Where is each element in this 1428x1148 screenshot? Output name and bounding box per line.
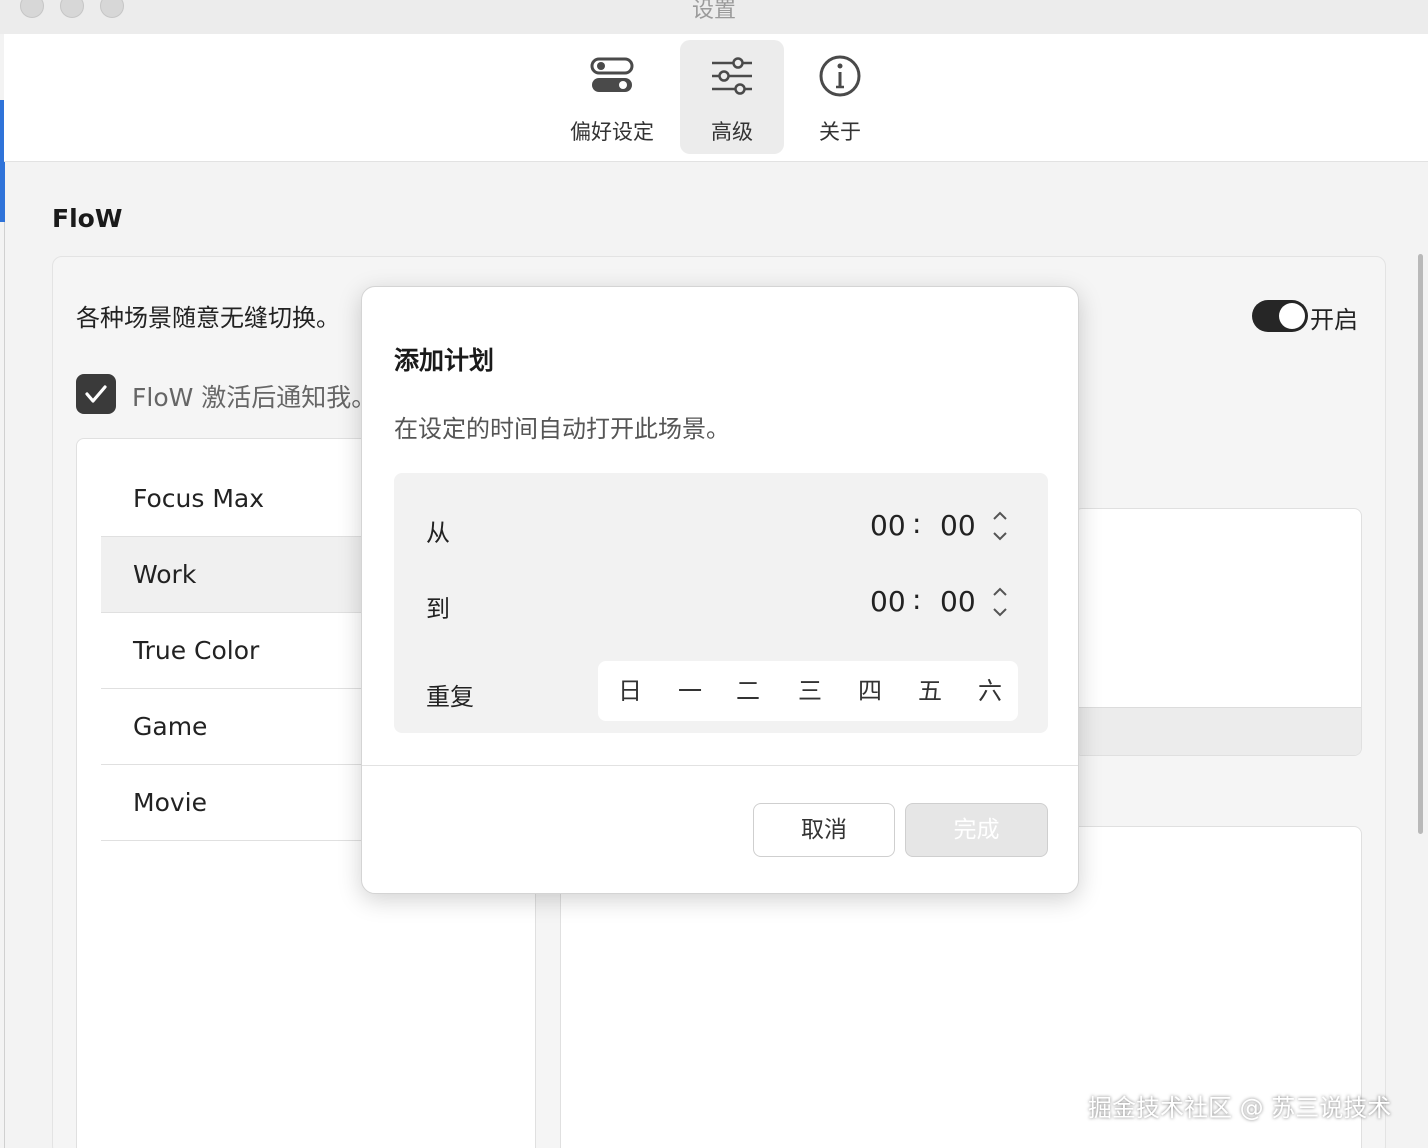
schedule-list-footer[interactable] xyxy=(1075,707,1361,755)
settings-toolbar: 偏好设定 高级 关于 xyxy=(4,34,1428,162)
to-label: 到 xyxy=(426,595,450,623)
day-friday[interactable]: 五 xyxy=(900,661,960,721)
from-hour-field[interactable]: 00 xyxy=(870,509,906,542)
dialog-description: 在设定的时间自动打开此场景。 xyxy=(394,415,730,443)
day-sunday[interactable]: 日 xyxy=(600,661,660,721)
notify-checkbox[interactable] xyxy=(76,374,116,414)
day-monday[interactable]: 一 xyxy=(660,661,720,721)
cancel-button[interactable]: 取消 xyxy=(753,803,895,857)
dialog-title: 添加计划 xyxy=(394,346,495,375)
from-time-separator: : xyxy=(912,507,922,540)
weekday-selector: 日 一 二 三 四 五 六 xyxy=(598,661,1018,721)
checkmark-icon xyxy=(85,385,107,403)
to-time-separator: : xyxy=(912,583,922,616)
from-time-stepper-icon[interactable] xyxy=(990,509,1010,543)
repeat-label: 重复 xyxy=(426,683,474,711)
title-bar: 设置 xyxy=(0,0,1428,34)
notify-label: FloW 激活后通知我。 xyxy=(132,383,377,412)
toggles-icon xyxy=(590,57,634,92)
from-label: 从 xyxy=(426,519,450,547)
flow-enable-toggle[interactable] xyxy=(1252,300,1308,332)
schedule-list-box xyxy=(1074,508,1362,756)
dialog-divider xyxy=(362,765,1078,766)
panel-description: 各种场景随意无缝切换。 xyxy=(76,304,340,332)
info-icon xyxy=(819,55,861,97)
to-minute-field[interactable]: 00 xyxy=(940,585,976,618)
schedule-form: 从 00 : 00 到 00 : 00 重复 日 一 二 三 四 五 六 xyxy=(394,473,1048,733)
add-schedule-dialog: 添加计划 在设定的时间自动打开此场景。 从 00 : 00 到 00 : 00 … xyxy=(361,286,1079,894)
scrollbar[interactable] xyxy=(1418,254,1423,834)
toggle-label: 开启 xyxy=(1310,306,1358,334)
from-minute-field[interactable]: 00 xyxy=(940,509,976,542)
tab-about-label: 关于 xyxy=(819,120,861,144)
day-tuesday[interactable]: 二 xyxy=(718,661,778,721)
watermark: 掘金技术社区 @ 苏三说技术 xyxy=(1088,1094,1392,1122)
day-thursday[interactable]: 四 xyxy=(840,661,900,721)
window-title: 设置 xyxy=(691,0,736,23)
day-wednesday[interactable]: 三 xyxy=(780,661,840,721)
tab-preferences-label: 偏好设定 xyxy=(570,120,654,144)
tab-preferences[interactable]: 偏好设定 xyxy=(560,40,664,154)
done-button[interactable]: 完成 xyxy=(905,803,1048,857)
toggle-knob xyxy=(1279,303,1305,329)
section-title: FloW xyxy=(52,204,123,233)
day-saturday[interactable]: 六 xyxy=(960,661,1020,721)
to-hour-field[interactable]: 00 xyxy=(870,585,906,618)
sliders-icon xyxy=(712,57,752,95)
tab-about[interactable]: 关于 xyxy=(788,40,892,154)
tab-advanced-label: 高级 xyxy=(711,120,753,144)
to-time-stepper-icon[interactable] xyxy=(990,585,1010,619)
tab-advanced[interactable]: 高级 xyxy=(680,40,784,154)
